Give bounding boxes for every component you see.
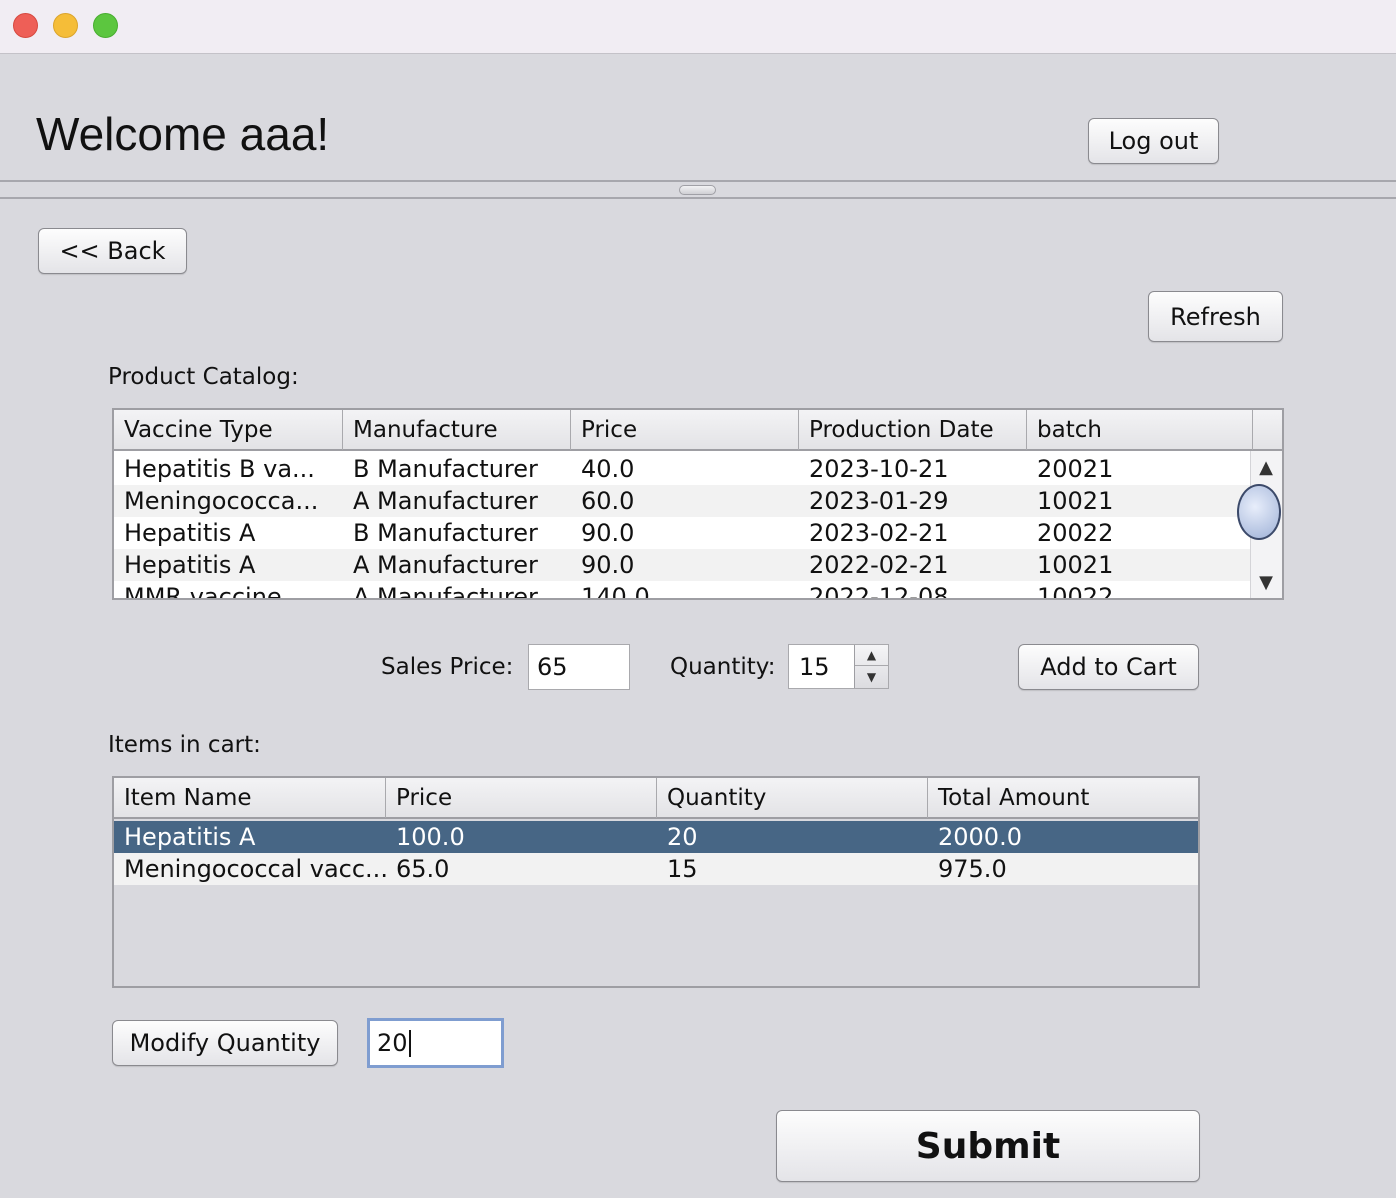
table-cell: 40.0 (581, 455, 635, 483)
cart-header-total-amount[interactable]: Total Amount (928, 778, 1198, 818)
text-caret (408, 1029, 411, 1057)
table-cell: 60.0 (581, 487, 635, 515)
table-row[interactable]: Meningococca... A Manufacturer 60.0 2023… (114, 485, 1252, 517)
table-cell: 2022-12-08 (809, 583, 949, 600)
quantity-label: Quantity: (670, 654, 776, 680)
table-cell: 10021 (1037, 487, 1114, 515)
increment-arrow-icon[interactable]: ▲ (855, 645, 888, 666)
table-row[interactable]: Hepatitis A A Manufacturer 90.0 2022-02-… (114, 549, 1252, 581)
cart-header-item-name[interactable]: Item Name (114, 778, 386, 818)
product-catalog-label: Product Catalog: (108, 364, 299, 390)
product-catalog-table[interactable]: Vaccine Type Manufacture Price Productio… (112, 408, 1284, 600)
sales-price-input[interactable]: 65 (528, 644, 630, 690)
table-cell: Meningococca... (124, 487, 319, 515)
table-cell: 975.0 (938, 855, 1007, 883)
table-row-selected[interactable]: Hepatitis A 100.0 20 2000.0 (114, 821, 1198, 853)
table-cell: Hepatitis B va... (124, 455, 315, 483)
table-cell: 2000.0 (938, 823, 1022, 851)
table-cell: 10022 (1037, 583, 1114, 600)
catalog-header-batch[interactable]: batch (1027, 410, 1253, 450)
table-cell: MMR vaccine (124, 583, 282, 600)
table-cell: 2022-02-21 (809, 551, 949, 579)
logout-button[interactable]: Log out (1088, 118, 1219, 164)
catalog-table-header: Vaccine Type Manufacture Price Productio… (114, 410, 1282, 451)
catalog-header-corner (1253, 410, 1282, 450)
table-row[interactable]: MMR vaccine A Manufacturer 140.0 2022-12… (114, 581, 1252, 600)
refresh-button[interactable]: Refresh (1148, 291, 1283, 342)
catalog-header-production-date[interactable]: Production Date (799, 410, 1027, 450)
modify-quantity-input[interactable]: 20 (367, 1018, 504, 1068)
add-to-cart-button[interactable]: Add to Cart (1018, 644, 1199, 690)
catalog-header-price[interactable]: Price (571, 410, 799, 450)
table-row[interactable]: Hepatitis B va... B Manufacturer 40.0 20… (114, 453, 1252, 485)
table-cell: 90.0 (581, 519, 635, 547)
table-cell: A Manufacturer (353, 583, 538, 600)
welcome-heading: Welcome aaa! (36, 108, 330, 160)
minimize-window-button[interactable] (53, 13, 78, 38)
decrement-arrow-icon[interactable]: ▼ (855, 666, 888, 687)
table-cell: Hepatitis A (124, 823, 256, 851)
table-row[interactable]: Hepatitis A B Manufacturer 90.0 2023-02-… (114, 517, 1252, 549)
cart-table-header: Item Name Price Quantity Total Amount (114, 778, 1198, 819)
scroll-up-arrow-icon[interactable]: ▲ (1251, 455, 1281, 479)
table-cell: Meningococcal vacc... (124, 855, 386, 883)
table-row[interactable]: Meningococcal vacc... 65.0 15 975.0 (114, 853, 1198, 885)
items-in-cart-label: Items in cart: (108, 732, 261, 758)
table-cell: A Manufacturer (353, 551, 538, 579)
back-button[interactable]: << Back (38, 228, 187, 274)
cart-header-price[interactable]: Price (386, 778, 657, 818)
sales-price-label: Sales Price: (381, 654, 514, 680)
table-cell: 65.0 (396, 855, 450, 883)
table-cell: 2023-02-21 (809, 519, 949, 547)
table-cell: 100.0 (396, 823, 465, 851)
close-window-button[interactable] (13, 13, 38, 38)
table-cell: 2023-01-29 (809, 487, 949, 515)
table-cell: Hepatitis A (124, 551, 256, 579)
submit-button[interactable]: Submit (776, 1110, 1200, 1182)
quantity-stepper[interactable]: 15 ▲ ▼ (788, 644, 889, 689)
table-cell: B Manufacturer (353, 519, 538, 547)
cart-table-empty-area (114, 885, 1198, 986)
zoom-window-button[interactable] (93, 13, 118, 38)
modify-quantity-button[interactable]: Modify Quantity (112, 1020, 338, 1066)
quantity-stepper-buttons: ▲ ▼ (854, 645, 888, 688)
table-cell: 90.0 (581, 551, 635, 579)
window-titlebar (0, 0, 1396, 54)
table-cell: B Manufacturer (353, 455, 538, 483)
table-cell: 2023-10-21 (809, 455, 949, 483)
quantity-stepper-value[interactable]: 15 (799, 645, 830, 688)
cart-table[interactable]: Item Name Price Quantity Total Amount He… (112, 776, 1200, 988)
cart-header-quantity[interactable]: Quantity (657, 778, 928, 818)
table-cell: 20 (667, 823, 698, 851)
modify-quantity-input-value: 20 (377, 1029, 408, 1057)
catalog-header-vaccine-type[interactable]: Vaccine Type (114, 410, 343, 450)
scrollbar-thumb[interactable] (1237, 484, 1281, 540)
table-cell: 10021 (1037, 551, 1114, 579)
table-cell: Hepatitis A (124, 519, 256, 547)
catalog-header-manufacture[interactable]: Manufacture (343, 410, 571, 450)
table-cell: 20021 (1037, 455, 1114, 483)
catalog-vertical-scrollbar[interactable]: ▲ ▼ (1237, 451, 1282, 598)
table-cell: 20022 (1037, 519, 1114, 547)
table-cell: 140.0 (581, 583, 650, 600)
divider-grip-handle[interactable] (679, 185, 716, 195)
table-cell: A Manufacturer (353, 487, 538, 515)
scroll-down-arrow-icon[interactable]: ▼ (1251, 570, 1281, 594)
table-cell: 15 (667, 855, 698, 883)
